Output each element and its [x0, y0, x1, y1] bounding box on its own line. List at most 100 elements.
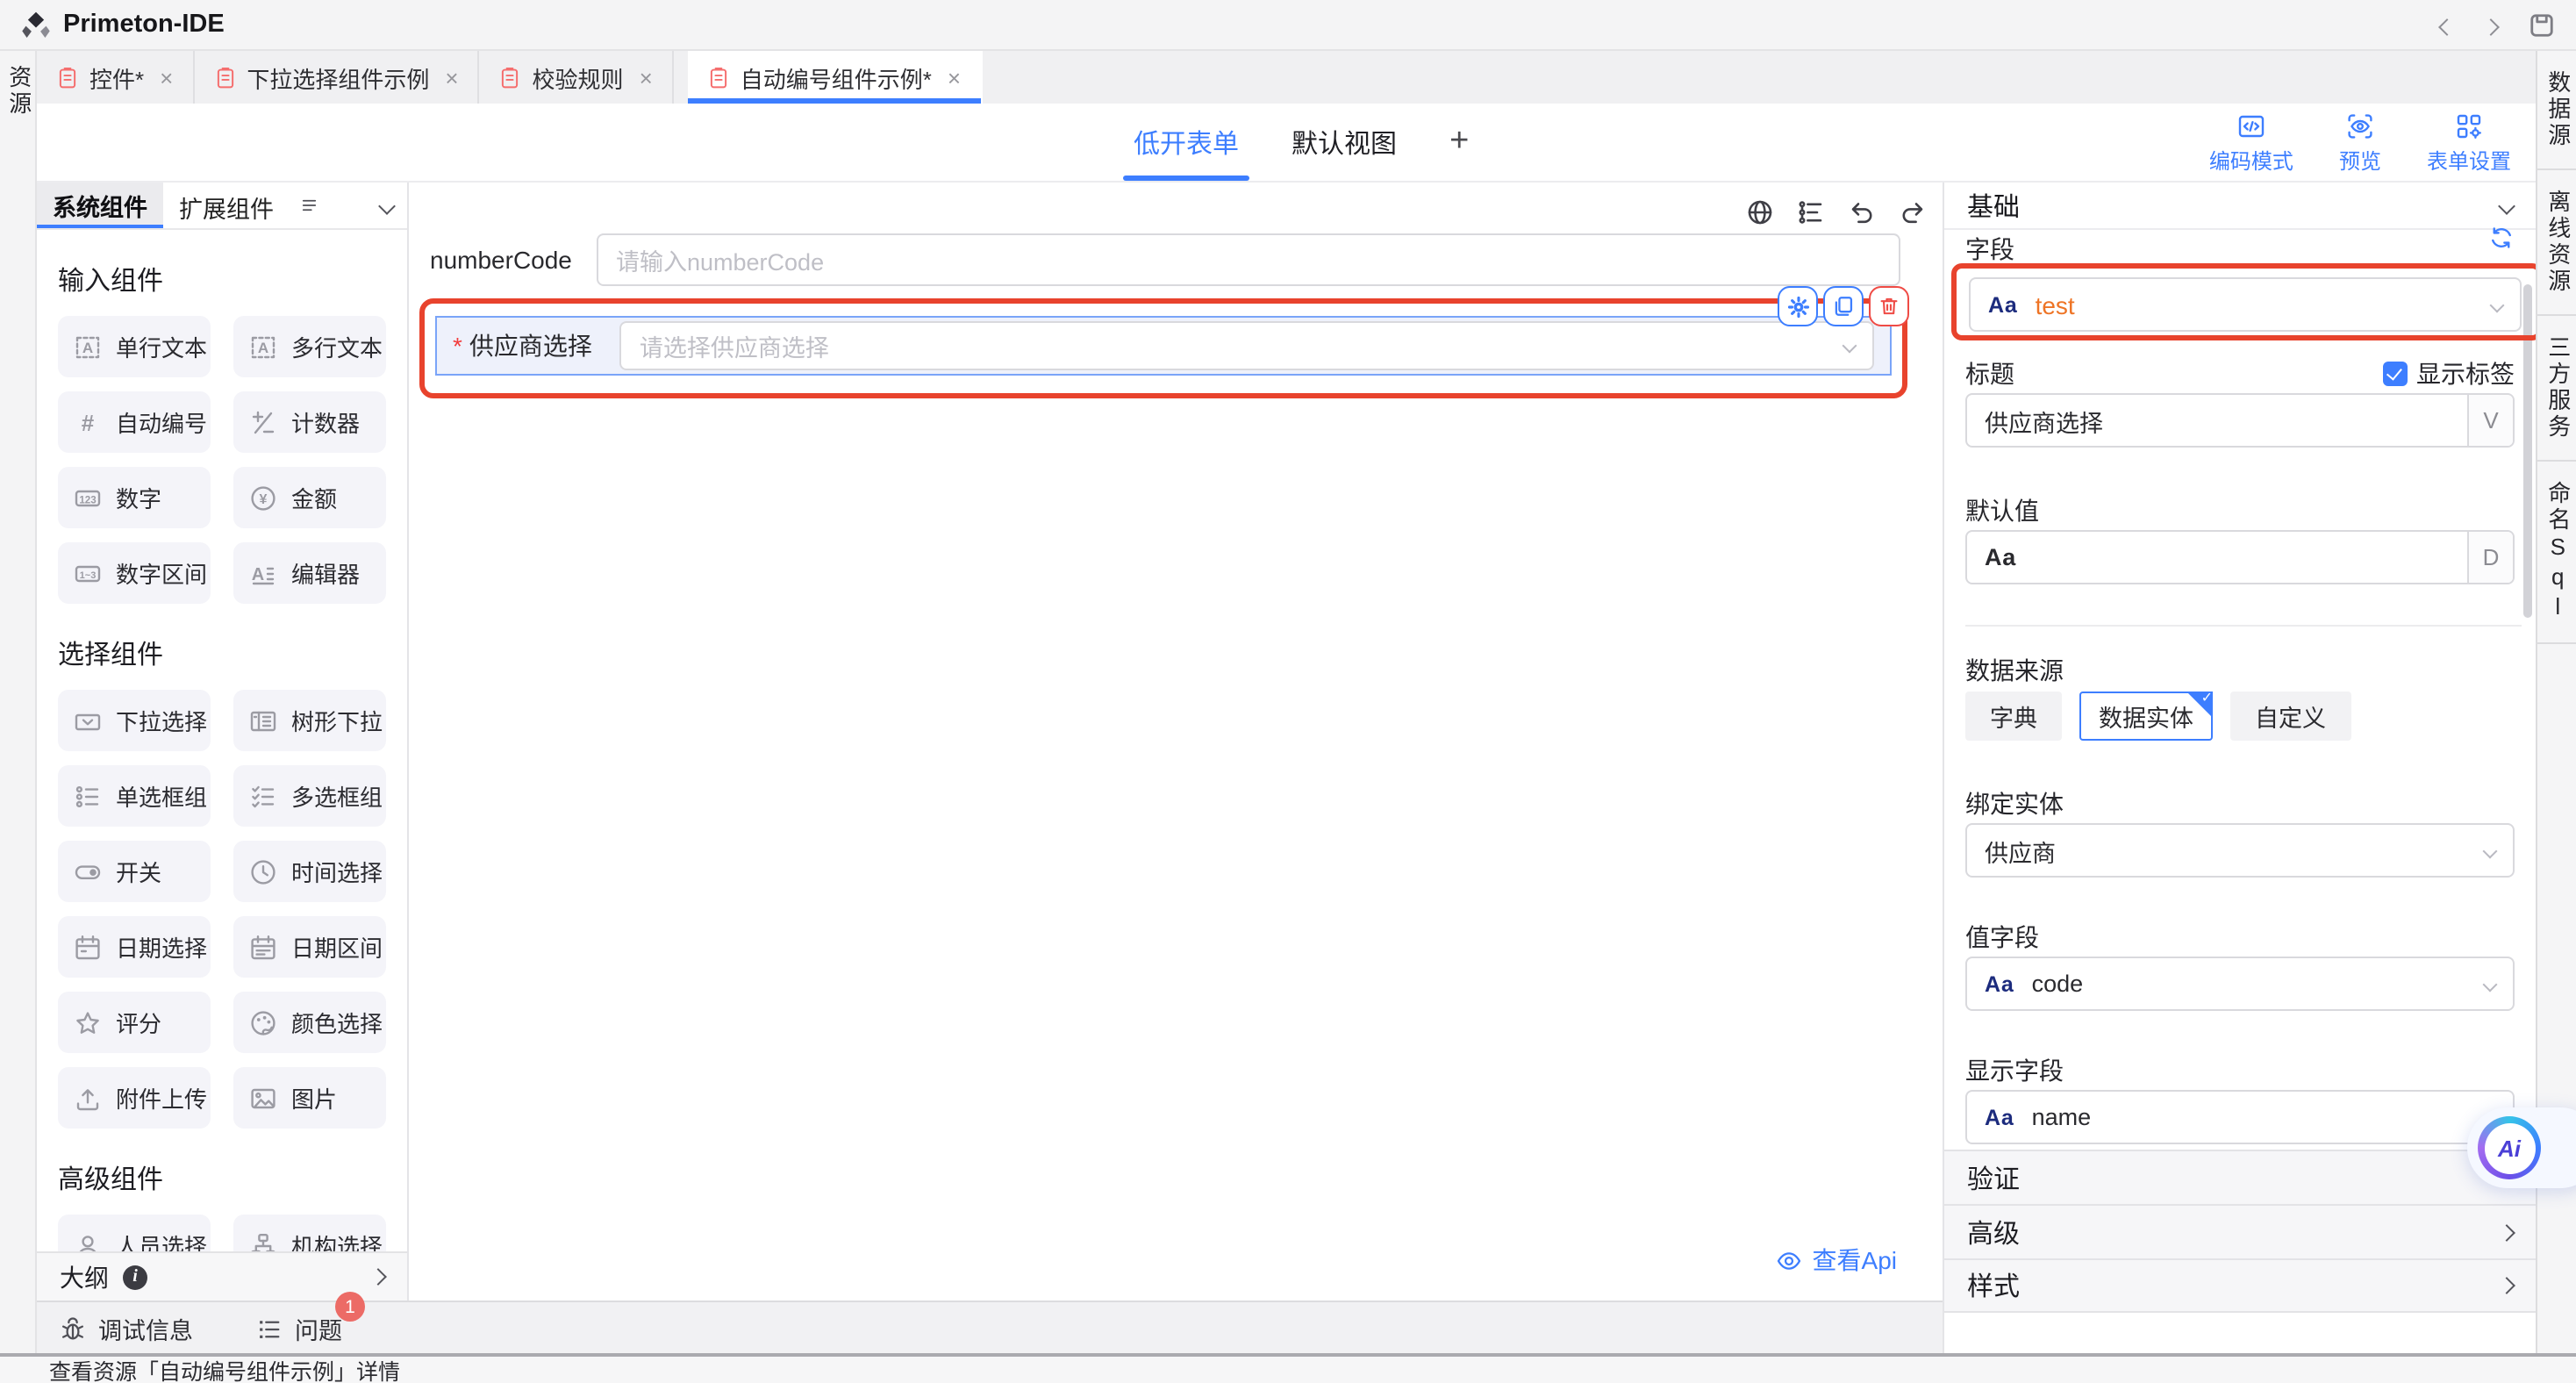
close-tab-icon[interactable]: × — [640, 64, 653, 90]
tab-system-components[interactable]: 系统组件 — [37, 183, 163, 228]
form-settings-button[interactable]: 表单设置 — [2427, 112, 2511, 176]
file-icon — [499, 66, 522, 89]
palette-item[interactable]: A编辑器 — [233, 542, 386, 604]
delete-field-button[interactable] — [1869, 286, 1909, 326]
section-2[interactable]: 样式 — [1944, 1258, 2536, 1313]
bind-entity-label: 绑定实体 — [1965, 786, 2064, 821]
issues-button[interactable]: 问题 1 — [256, 1311, 342, 1346]
datasource-option-2[interactable]: 自定义 — [2230, 692, 2351, 741]
palette-item[interactable]: 评分 — [58, 992, 211, 1053]
save-icon[interactable] — [2529, 11, 2555, 38]
rail-item-resources[interactable]: 资源 — [5, 65, 31, 1383]
field-section-label: 字段 — [1965, 232, 2014, 267]
history-forward-icon[interactable] — [2485, 11, 2497, 38]
palette-item[interactable]: #自动编号 — [58, 391, 211, 453]
collapse-panel-icon[interactable] — [2498, 197, 2515, 214]
field-select[interactable]: Aa test — [1969, 277, 2522, 332]
expand-outline-icon[interactable] — [369, 1268, 387, 1286]
left-rail: 资源 — [0, 51, 37, 1383]
default-value-input[interactable]: Aa D — [1965, 530, 2515, 584]
selected-supplier-field[interactable]: * 供应商选择 请选择供应商选择 — [435, 316, 1892, 376]
section-0[interactable]: 验证 — [1944, 1150, 2536, 1204]
editor-tab-1[interactable]: 下拉选择组件示例× — [194, 51, 479, 104]
value-field-select[interactable]: Aa code — [1965, 957, 2515, 1011]
palette-item[interactable]: 开关 — [58, 841, 211, 902]
datasource-option-1[interactable]: 数据实体 — [2079, 692, 2213, 741]
undo-icon[interactable] — [1848, 198, 1876, 226]
numbercode-placeholder: 请输入numberCode — [616, 242, 824, 277]
preview-button[interactable]: 预览 — [2339, 112, 2381, 176]
form-field-row: numberCode 请输入numberCode — [430, 233, 1900, 286]
palette-item[interactable]: 下拉选择 — [58, 690, 211, 751]
ai-assistant-button[interactable]: Ai — [2467, 1107, 2576, 1188]
property-panel: 基础 字段 Aa test 标题 显示标签 供应商选择 V 默认值 — [1943, 183, 2536, 1383]
rail-item-0[interactable]: 数据源 — [2537, 51, 2576, 170]
refresh-icon[interactable] — [2488, 225, 2515, 251]
palette-item[interactable]: 日期区间 — [233, 916, 386, 978]
close-tab-icon[interactable]: × — [948, 64, 961, 90]
editor-icon: A — [249, 559, 277, 587]
numbercode-input[interactable]: 请输入numberCode — [597, 233, 1900, 286]
rail-item-1[interactable]: 离线资源 — [2537, 170, 2576, 316]
rail-item-3[interactable]: 命名Sql — [2537, 462, 2576, 644]
editor-tab-0[interactable]: 控件*× — [37, 51, 194, 104]
rail-item-2[interactable]: 三方服务 — [2537, 316, 2576, 462]
palette-item[interactable]: 树形下拉 — [233, 690, 386, 751]
issues-icon — [256, 1315, 283, 1342]
palette-item[interactable]: 日期选择 — [58, 916, 211, 978]
display-field-label: 显示字段 — [1965, 1053, 2064, 1088]
palette-menu-icon[interactable] — [300, 195, 321, 216]
palette-item[interactable]: ¥金额 — [233, 467, 386, 528]
close-tab-icon[interactable]: × — [445, 64, 458, 90]
redo-icon[interactable] — [1899, 198, 1927, 226]
bind-entity-select[interactable]: 供应商 — [1965, 823, 2515, 878]
tab-extension-components[interactable]: 扩展组件 — [163, 183, 290, 228]
palette-item[interactable]: 多选框组 — [233, 765, 386, 827]
tree-dropdown-icon — [249, 706, 277, 734]
time-picker-icon — [249, 857, 277, 885]
file-icon — [56, 66, 79, 89]
view-api-link[interactable]: 查看Api — [1776, 1243, 1897, 1278]
palette-item[interactable]: 1~3数字区间 — [58, 542, 211, 604]
field-settings-button[interactable] — [1778, 286, 1818, 326]
debug-info-button[interactable]: 调试信息 — [60, 1311, 193, 1346]
chevron-down-icon — [2483, 977, 2498, 992]
history-back-icon[interactable] — [2441, 11, 2453, 38]
field-label-numbercode: numberCode — [430, 246, 597, 274]
duplicate-field-button[interactable] — [1823, 286, 1864, 326]
palette-item[interactable]: 时间选择 — [233, 841, 386, 902]
app-title: Primeton-IDE — [63, 11, 225, 39]
collapse-palette-icon[interactable] — [378, 197, 396, 214]
auto-number-icon: # — [74, 408, 102, 436]
palette-item[interactable]: 123数字 — [58, 467, 211, 528]
globe-icon[interactable] — [1746, 198, 1774, 226]
code-mode-button[interactable]: 编码模式 — [2209, 112, 2293, 176]
palette-item[interactable]: A多行文本 — [233, 316, 386, 377]
display-field-select[interactable]: Aa name — [1965, 1090, 2515, 1144]
datasource-option-0[interactable]: 字典 — [1965, 692, 2062, 741]
palette-item[interactable]: 单选框组 — [58, 765, 211, 827]
tab-lowcode-form[interactable]: 低开表单 — [1134, 104, 1239, 181]
section-1[interactable]: 高级 — [1944, 1204, 2536, 1258]
editor-tab-3[interactable]: 自动编号组件示例*× — [688, 51, 982, 104]
supplier-select[interactable]: 请选择供应商选择 — [620, 321, 1874, 370]
palette-item[interactable]: 图片 — [233, 1067, 386, 1129]
show-label-checkbox[interactable] — [2383, 362, 2408, 386]
palette-header: 系统组件 扩展组件 — [37, 183, 407, 230]
palette-item[interactable]: 人员选择 — [58, 1215, 211, 1251]
palette-item[interactable]: 计数器 — [233, 391, 386, 453]
tab-default-view[interactable]: 默认视图 — [1292, 104, 1397, 181]
add-view-button[interactable]: + — [1449, 123, 1469, 161]
title-input[interactable]: 供应商选择 V — [1965, 393, 2515, 448]
palette-item[interactable]: 机构选择 — [233, 1215, 386, 1251]
palette-item[interactable]: A单行文本 — [58, 316, 211, 377]
image-icon — [249, 1084, 277, 1112]
date-picker-icon — [74, 933, 102, 961]
structure-icon[interactable] — [1797, 198, 1825, 226]
default-variable-button[interactable]: D — [2467, 532, 2513, 583]
palette-item[interactable]: 附件上传 — [58, 1067, 211, 1129]
palette-item[interactable]: 颜色选择 — [233, 992, 386, 1053]
editor-tab-2[interactable]: 校验规则× — [480, 51, 674, 104]
title-variable-button[interactable]: V — [2467, 395, 2513, 446]
close-tab-icon[interactable]: × — [160, 64, 173, 90]
